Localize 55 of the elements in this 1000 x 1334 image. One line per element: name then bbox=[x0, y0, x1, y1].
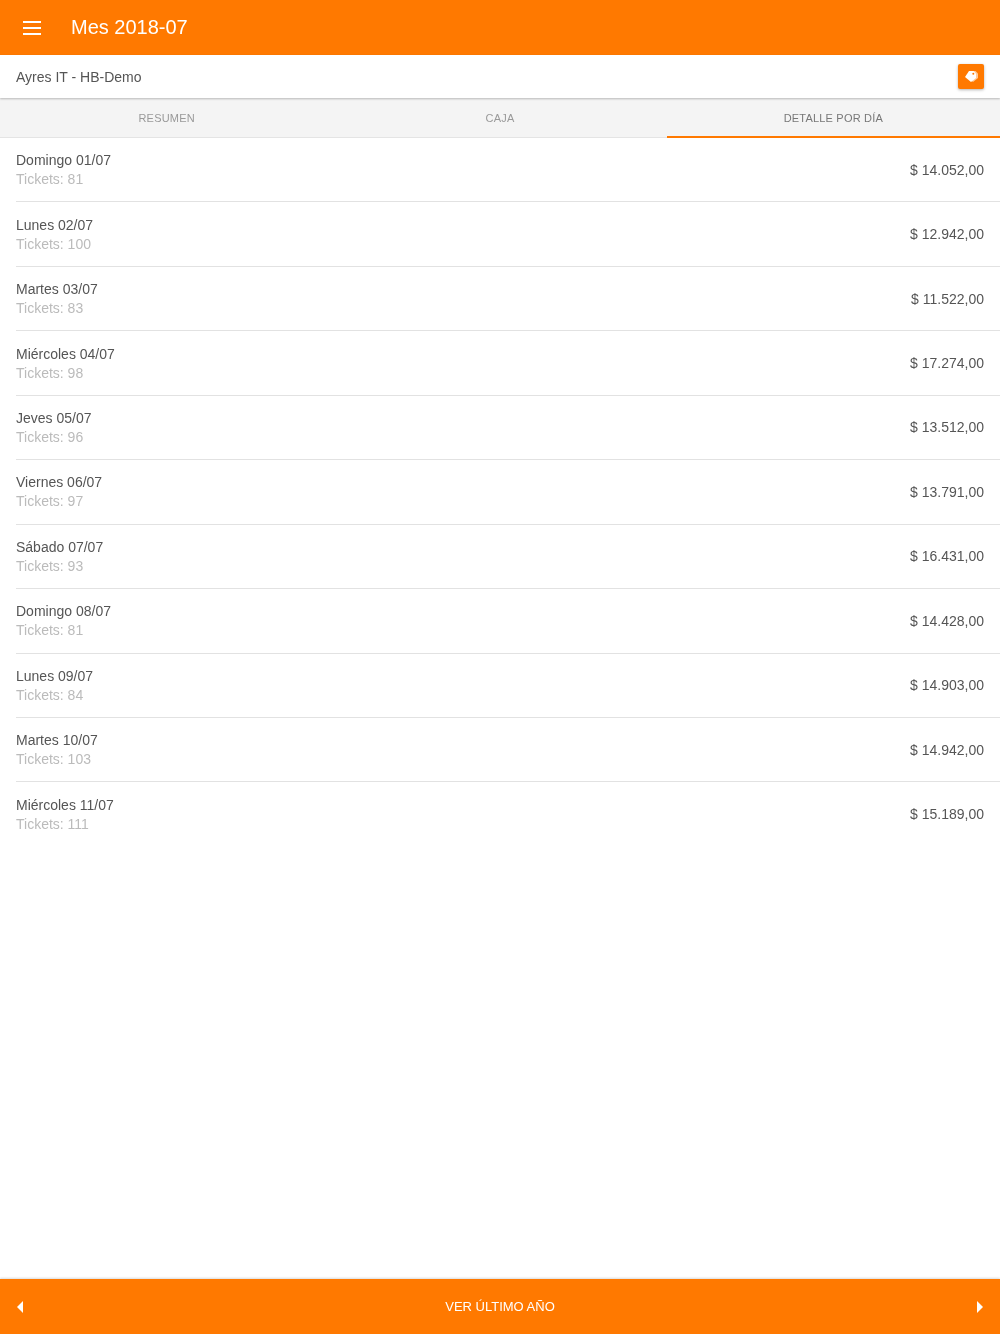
day-row[interactable]: Miércoles 04/07 Tickets: 98 $ 17.274,00 bbox=[16, 331, 1000, 396]
day-row[interactable]: Miércoles 11/07 Tickets: 111 $ 15.189,00 bbox=[16, 782, 1000, 846]
day-amount: $ 13.791,00 bbox=[910, 483, 984, 500]
day-row[interactable]: Martes 10/07 Tickets: 103 $ 14.942,00 bbox=[16, 717, 1000, 783]
day-row[interactable]: Lunes 09/07 Tickets: 84 $ 14.903,00 bbox=[16, 653, 1000, 718]
tag-button[interactable] bbox=[958, 64, 984, 89]
day-label: Jeves 05/07 bbox=[16, 409, 92, 426]
day-amount: $ 17.274,00 bbox=[910, 355, 984, 372]
day-row[interactable]: Lunes 02/07 Tickets: 100 $ 12.942,00 bbox=[16, 202, 1000, 267]
caret-left-icon bbox=[17, 1300, 23, 1313]
day-amount: $ 14.942,00 bbox=[910, 741, 984, 758]
day-label: Domingo 08/07 bbox=[16, 603, 111, 620]
tickets-count: Tickets: 81 bbox=[16, 622, 85, 639]
day-row[interactable]: Jeves 05/07 Tickets: 96 $ 13.512,00 bbox=[16, 395, 1000, 461]
tickets-count: Tickets: 93 bbox=[16, 557, 85, 574]
day-label: Miércoles 04/07 bbox=[16, 345, 115, 362]
day-row[interactable]: Viernes 06/07 Tickets: 97 $ 13.791,00 bbox=[16, 460, 1000, 525]
tickets-count: Tickets: 111 bbox=[16, 815, 90, 832]
previous-button[interactable] bbox=[17, 1300, 23, 1313]
next-button[interactable] bbox=[977, 1300, 983, 1313]
day-amount: $ 14.903,00 bbox=[910, 677, 984, 694]
day-amount: $ 14.052,00 bbox=[910, 161, 984, 178]
tickets-count: Tickets: 96 bbox=[16, 428, 85, 445]
day-amount: $ 12.942,00 bbox=[910, 226, 984, 243]
tickets-count: Tickets: 97 bbox=[16, 493, 85, 510]
day-amount: $ 16.431,00 bbox=[910, 548, 984, 565]
tickets-count: Tickets: 81 bbox=[16, 171, 85, 188]
day-label: Domingo 01/07 bbox=[16, 152, 111, 169]
day-amount: $ 11.522,00 bbox=[911, 290, 984, 307]
day-label: Martes 10/07 bbox=[16, 732, 98, 749]
day-label: Sábado 07/07 bbox=[16, 538, 104, 555]
day-label: Lunes 09/07 bbox=[16, 667, 94, 684]
caret-right-icon bbox=[977, 1300, 983, 1313]
day-label: Miércoles 11/07 bbox=[16, 796, 114, 813]
day-row[interactable]: Martes 03/07 Tickets: 83 $ 11.522,00 bbox=[16, 266, 1000, 332]
tickets-count: Tickets: 98 bbox=[16, 364, 85, 381]
day-amount: $ 15.189,00 bbox=[910, 806, 984, 823]
account-name: Ayres IT - HB-Demo bbox=[16, 68, 142, 85]
day-row[interactable]: Domingo 01/07 Tickets: 81 $ 14.052,00 bbox=[16, 138, 1000, 203]
tickets-count: Tickets: 84 bbox=[16, 686, 85, 703]
tickets-count: Tickets: 103 bbox=[16, 751, 92, 768]
tag-icon bbox=[964, 71, 978, 82]
day-amount: $ 14.428,00 bbox=[910, 612, 984, 629]
day-label: Viernes 06/07 bbox=[16, 474, 103, 491]
day-label: Lunes 02/07 bbox=[16, 216, 94, 233]
tickets-count: Tickets: 100 bbox=[16, 235, 92, 252]
menu-button[interactable] bbox=[23, 20, 41, 35]
day-amount: $ 13.512,00 bbox=[910, 419, 984, 436]
day-row[interactable]: Sábado 07/07 Tickets: 93 $ 16.431,00 bbox=[16, 524, 1000, 590]
day-label: Martes 03/07 bbox=[16, 281, 98, 298]
page-title: Mes 2018-07 bbox=[71, 16, 188, 39]
tab[interactable]: DETALLE POR DÍA bbox=[666, 98, 1000, 138]
tickets-count: Tickets: 83 bbox=[16, 300, 85, 317]
menu-icon bbox=[23, 20, 41, 35]
day-row[interactable]: Domingo 08/07 Tickets: 81 $ 14.428,00 bbox=[16, 589, 1000, 654]
